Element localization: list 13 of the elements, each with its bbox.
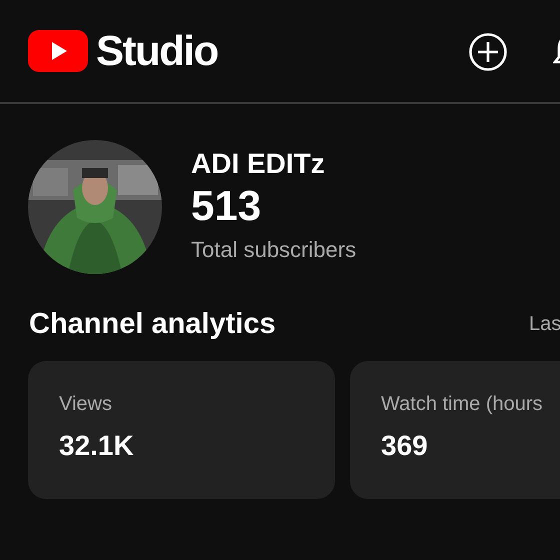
subscribers-label: Total subscribers: [191, 236, 356, 264]
metric-label: Views: [59, 393, 113, 416]
metric-card[interactable]: Watch time (hours 369: [350, 361, 560, 499]
logo-text: Studio: [96, 27, 218, 75]
subscriber-count: 513: [191, 181, 262, 231]
metric-card[interactable]: Views 32.1K: [28, 361, 335, 499]
metric-value: 369: [381, 430, 429, 462]
channel-name: ADI EDITz: [191, 147, 326, 181]
metric-value: 32.1K: [59, 430, 135, 462]
section-title: Channel analytics: [29, 308, 276, 341]
metric-label: Watch time (hours: [381, 393, 544, 416]
add-icon[interactable]: [468, 32, 508, 72]
play-logo-icon: [28, 30, 88, 72]
